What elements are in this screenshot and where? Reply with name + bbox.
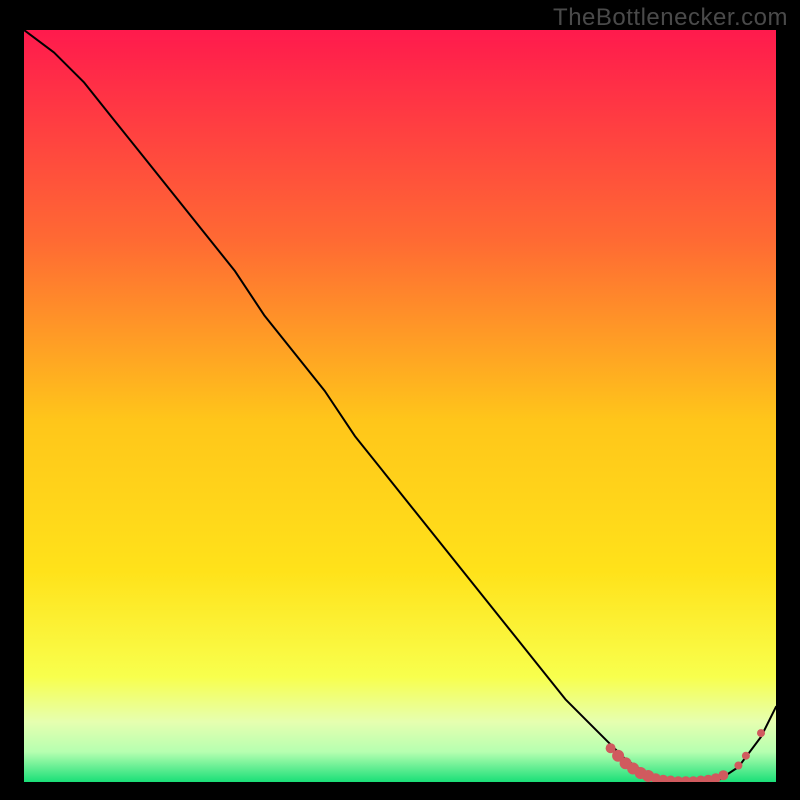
chart-frame: TheBottlenecker.com: [0, 0, 800, 800]
highlight-dot: [757, 729, 765, 737]
plot-area: [24, 30, 776, 782]
highlight-dot: [734, 762, 742, 770]
watermark-text: TheBottlenecker.com: [553, 4, 788, 32]
gradient-background: [24, 30, 776, 782]
highlight-dot: [718, 770, 728, 780]
highlight-dot: [742, 752, 750, 760]
bottleneck-chart: [24, 30, 776, 782]
